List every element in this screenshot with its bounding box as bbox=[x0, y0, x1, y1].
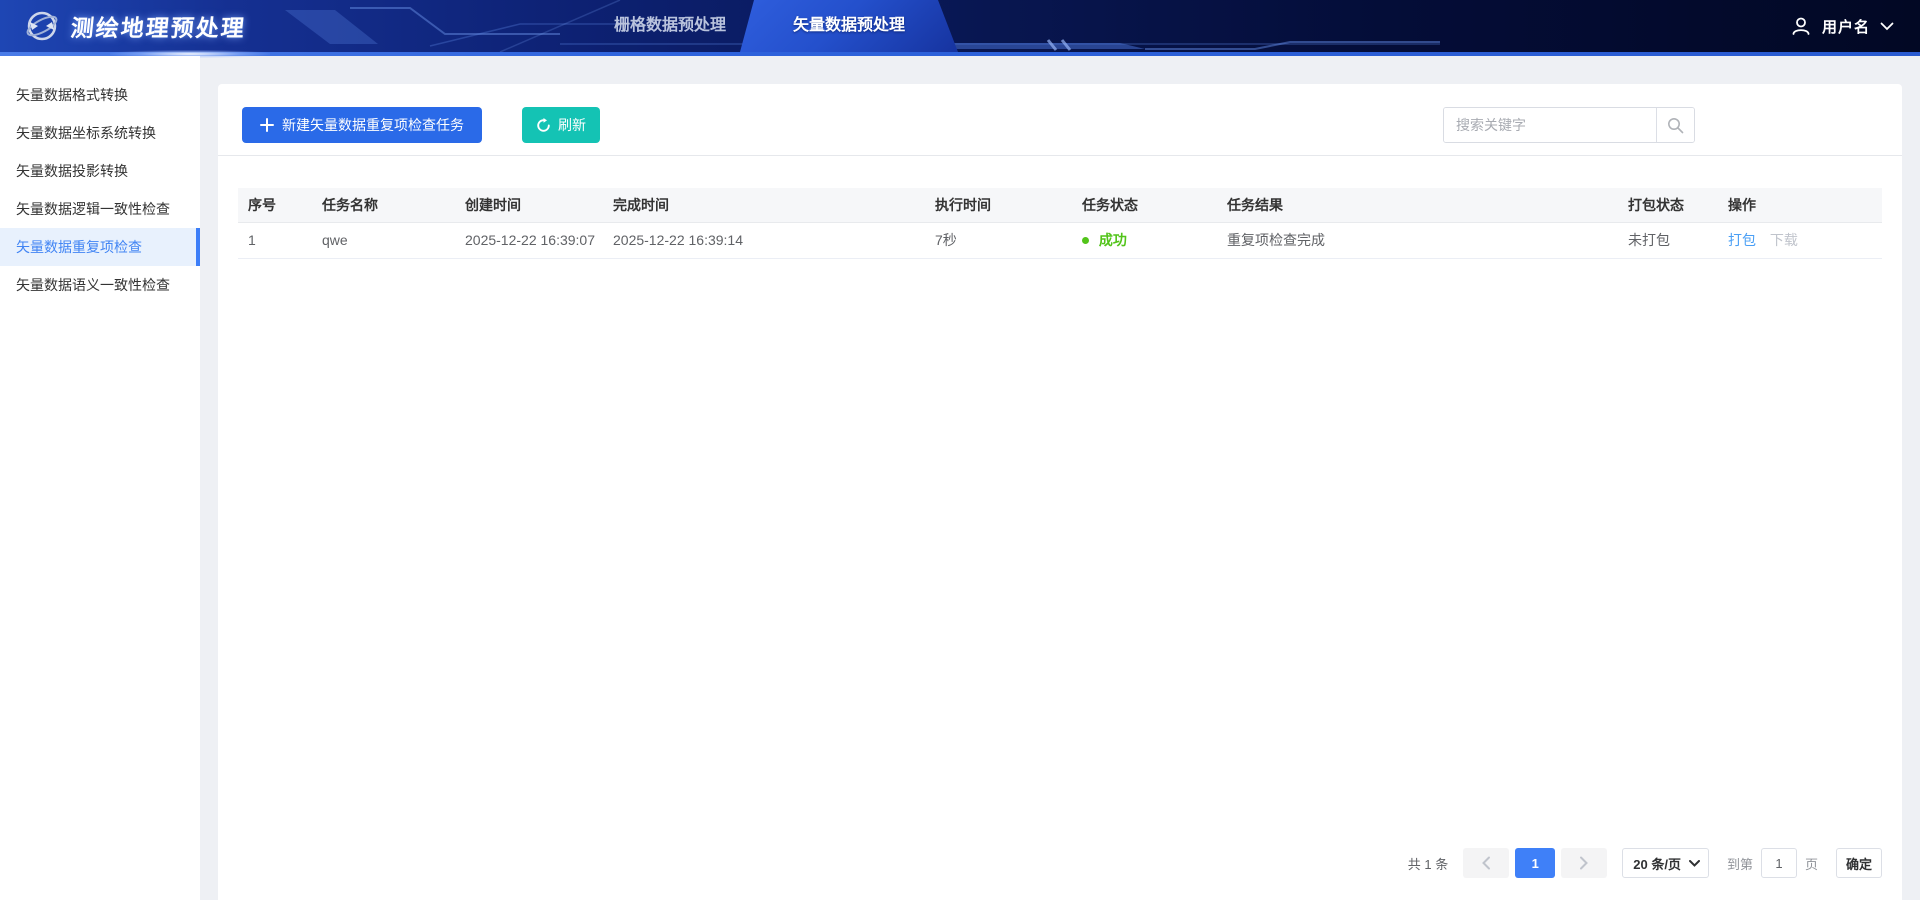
chevron-left-icon bbox=[1481, 856, 1491, 870]
refresh-label: 刷新 bbox=[558, 115, 586, 135]
col-actions: 操作 bbox=[1718, 188, 1882, 222]
cell-task-name: qwe bbox=[312, 222, 455, 258]
search-icon bbox=[1667, 117, 1684, 134]
col-duration: 执行时间 bbox=[925, 188, 1072, 222]
tab-raster-preprocess[interactable]: 栅格数据预处理 bbox=[596, 0, 744, 52]
page-number-button[interactable]: 1 bbox=[1515, 848, 1555, 878]
toolbar-divider bbox=[218, 155, 1902, 156]
task-table: 序号 任务名称 创建时间 完成时间 执行时间 任务状态 任务结果 打包状态 操作… bbox=[238, 188, 1882, 259]
search-input[interactable] bbox=[1444, 108, 1656, 142]
circuit-decoration bbox=[0, 0, 1920, 52]
header-background: 测绘地理预处理 栅格数据预处理 矢量数据预处理 用户名 bbox=[0, 0, 1920, 52]
cell-finished: 2025-12-22 16:39:14 bbox=[603, 222, 925, 258]
sidebar-item-format-convert[interactable]: 矢量数据格式转换 bbox=[0, 76, 200, 114]
app-header: 测绘地理预处理 栅格数据预处理 矢量数据预处理 用户名 bbox=[0, 0, 1920, 56]
cell-created: 2025-12-22 16:39:07 bbox=[455, 222, 603, 258]
col-finished: 完成时间 bbox=[603, 188, 925, 222]
app-logo: 测绘地理预处理 bbox=[24, 0, 246, 52]
col-package-status: 打包状态 bbox=[1618, 188, 1718, 222]
cell-actions: 打包 下载 bbox=[1718, 222, 1882, 258]
content-card: 新建矢量数据重复项检查任务 刷新 序号 bbox=[218, 84, 1902, 900]
pagination-total: 共 1 条 bbox=[1408, 854, 1448, 873]
user-icon bbox=[1790, 15, 1812, 37]
chevron-right-icon bbox=[1579, 856, 1589, 870]
tab-vector-preprocess[interactable]: 矢量数据预处理 bbox=[740, 0, 958, 52]
next-page-button[interactable] bbox=[1561, 848, 1607, 878]
table-row: 1 qwe 2025-12-22 16:39:07 2025-12-22 16:… bbox=[238, 222, 1882, 258]
goto-suffix-label: 页 bbox=[1805, 854, 1818, 873]
table-header-row: 序号 任务名称 创建时间 完成时间 执行时间 任务状态 任务结果 打包状态 操作 bbox=[238, 188, 1882, 222]
sidebar-item-coordsys-convert[interactable]: 矢量数据坐标系统转换 bbox=[0, 114, 200, 152]
plus-icon bbox=[260, 118, 274, 132]
pagination: 共 1 条 1 20 条/页 到第 页 确定 bbox=[1408, 848, 1882, 878]
page-size-select[interactable]: 20 条/页 bbox=[1622, 848, 1709, 878]
sidebar-item-semantic-check[interactable]: 矢量数据语义一致性检查 bbox=[0, 266, 200, 304]
package-link[interactable]: 打包 bbox=[1728, 232, 1756, 248]
goto-page-input[interactable] bbox=[1761, 848, 1797, 878]
col-task-name: 任务名称 bbox=[312, 188, 455, 222]
search-box bbox=[1443, 107, 1695, 143]
goto-prefix-label: 到第 bbox=[1727, 854, 1753, 873]
cell-status: 成功 bbox=[1072, 222, 1217, 258]
user-name-label: 用户名 bbox=[1822, 16, 1870, 37]
status-text: 成功 bbox=[1099, 232, 1127, 248]
refresh-icon bbox=[536, 118, 551, 133]
search-button[interactable] bbox=[1656, 108, 1694, 142]
sidebar-nav: 矢量数据格式转换 矢量数据坐标系统转换 矢量数据投影转换 矢量数据逻辑一致性检查… bbox=[0, 56, 200, 900]
new-task-label: 新建矢量数据重复项检查任务 bbox=[282, 115, 464, 135]
logo-icon bbox=[24, 8, 60, 44]
chevron-down-icon bbox=[1880, 22, 1894, 31]
sidebar-item-duplicate-check[interactable]: 矢量数据重复项检查 bbox=[0, 228, 200, 266]
prev-page-button[interactable] bbox=[1463, 848, 1509, 878]
app-title: 测绘地理预处理 bbox=[69, 9, 248, 43]
user-menu[interactable]: 用户名 bbox=[1790, 0, 1894, 52]
sidebar-item-projection-convert[interactable]: 矢量数据投影转换 bbox=[0, 152, 200, 190]
cell-result: 重复项检查完成 bbox=[1217, 222, 1618, 258]
cell-seq: 1 bbox=[238, 222, 312, 258]
header-accent-line bbox=[0, 52, 1920, 56]
cell-duration: 7秒 bbox=[925, 222, 1072, 258]
col-status: 任务状态 bbox=[1072, 188, 1217, 222]
refresh-button[interactable]: 刷新 bbox=[522, 107, 600, 143]
download-link[interactable]: 下载 bbox=[1770, 232, 1798, 248]
col-seq: 序号 bbox=[238, 188, 312, 222]
select-chevron-icon bbox=[1689, 860, 1700, 867]
new-task-button[interactable]: 新建矢量数据重复项检查任务 bbox=[242, 107, 482, 143]
page-size-value: 20 条/页 bbox=[1633, 854, 1681, 873]
cell-package-status: 未打包 bbox=[1618, 222, 1718, 258]
status-dot-icon bbox=[1082, 237, 1089, 244]
col-created: 创建时间 bbox=[455, 188, 603, 222]
sidebar-item-logic-check[interactable]: 矢量数据逻辑一致性检查 bbox=[0, 190, 200, 228]
col-result: 任务结果 bbox=[1217, 188, 1618, 222]
goto-confirm-button[interactable]: 确定 bbox=[1836, 848, 1882, 878]
